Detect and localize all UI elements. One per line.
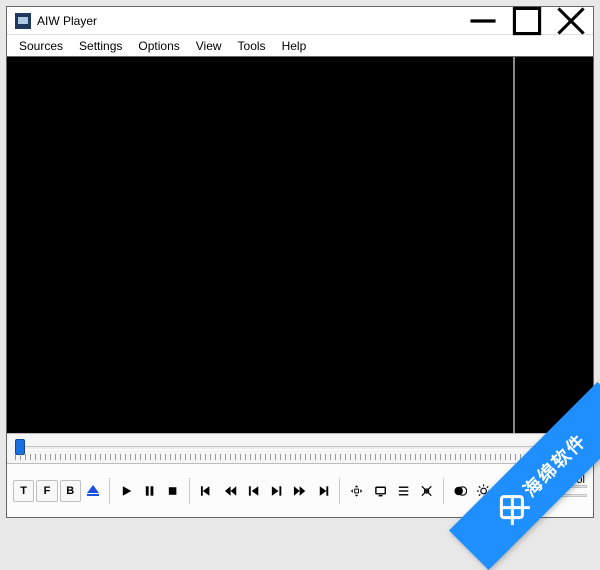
skip-forward-button[interactable] (312, 480, 333, 502)
play-button[interactable] (116, 480, 137, 502)
fullscreen-button[interactable] (346, 480, 367, 502)
panel-divider[interactable] (513, 57, 515, 433)
separator (339, 478, 340, 504)
menu-sources[interactable]: Sources (11, 37, 71, 55)
color-button[interactable] (450, 480, 471, 502)
seek-bar-area (7, 433, 593, 463)
close-button[interactable] (549, 7, 593, 35)
app-icon (15, 13, 31, 29)
separator (189, 478, 190, 504)
video-viewport[interactable] (7, 57, 593, 433)
menu-tools[interactable]: Tools (230, 37, 274, 55)
menu-settings[interactable]: Settings (71, 37, 130, 55)
menu-bar: Sources Settings Options View Tools Help (7, 35, 593, 57)
minimize-button[interactable] (461, 7, 505, 35)
maximize-button[interactable] (505, 7, 549, 35)
seek-ticks (15, 454, 585, 460)
titlebar: AIW Player (7, 7, 593, 35)
skip-back-button[interactable] (196, 480, 217, 502)
menu-view[interactable]: View (188, 37, 230, 55)
b-mode-button[interactable]: B (60, 480, 81, 502)
seek-thumb[interactable] (15, 439, 25, 455)
tv-mode-button[interactable]: T (13, 480, 34, 502)
eject-icon (87, 485, 99, 493)
eject-button[interactable] (83, 480, 103, 502)
seek-slider[interactable] (15, 446, 585, 450)
separator (443, 478, 444, 504)
menu-options[interactable]: Options (130, 37, 187, 55)
stop-button[interactable] (162, 480, 183, 502)
watermark-logo-icon (500, 495, 524, 519)
playlist-button[interactable] (393, 480, 414, 502)
step-back-button[interactable] (243, 480, 264, 502)
menu-help[interactable]: Help (274, 37, 315, 55)
rewind-button[interactable] (220, 480, 241, 502)
app-window: AIW Player Sources Settings Options View… (6, 6, 594, 518)
separator (109, 478, 110, 504)
snapshot-button[interactable] (416, 480, 437, 502)
fast-forward-button[interactable] (289, 480, 310, 502)
display-button[interactable] (370, 480, 391, 502)
window-title: AIW Player (37, 14, 461, 28)
step-forward-button[interactable] (266, 480, 287, 502)
pause-button[interactable] (139, 480, 160, 502)
fm-mode-button[interactable]: F (36, 480, 57, 502)
